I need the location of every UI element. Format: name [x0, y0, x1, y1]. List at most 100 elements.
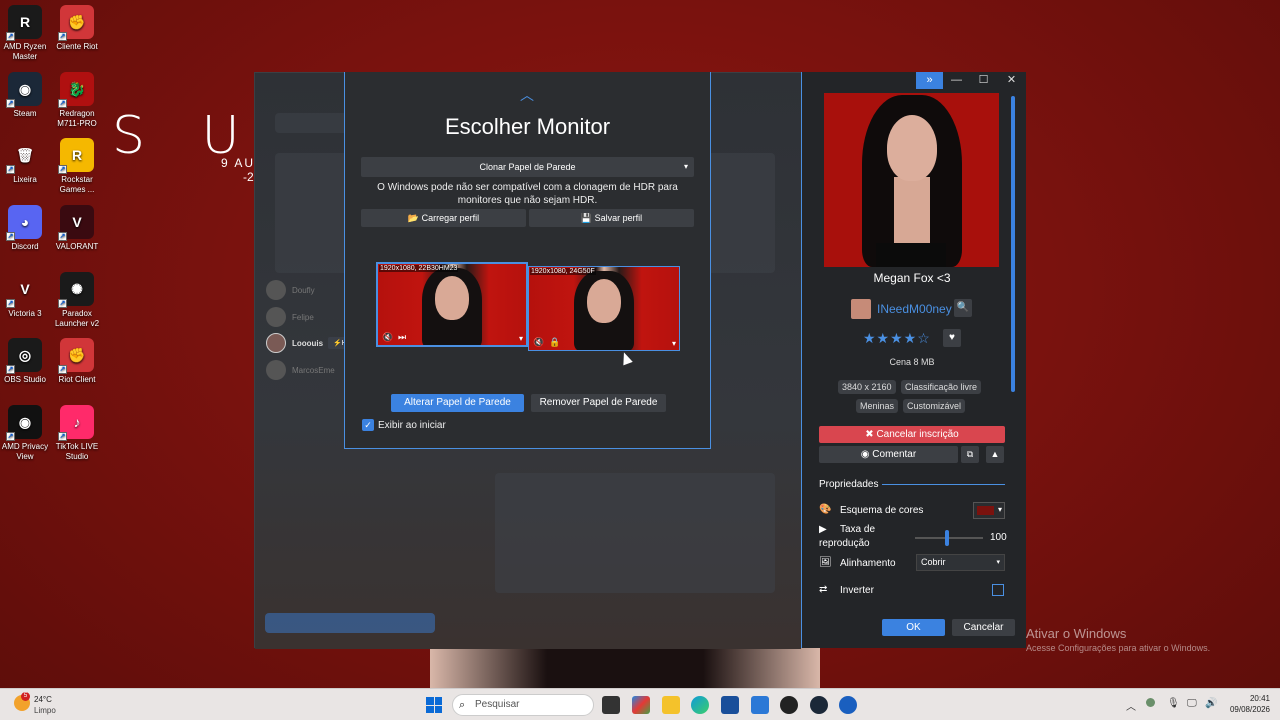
- wallpaper-details-panel: » — ☐ ✕ Megan Fox <3 INeedM00ney 🔍 ★★★★☆…: [801, 72, 1026, 648]
- author-link[interactable]: INeedM00ney: [877, 302, 952, 316]
- desktop-icon[interactable]: ✺ ↗ Paradox Launcher v2: [48, 272, 106, 329]
- friend-item[interactable]: Felipe: [266, 307, 314, 327]
- avatar[interactable]: [851, 299, 871, 319]
- search-icon[interactable]: 🔍: [954, 299, 972, 317]
- desktop-icon[interactable]: 🐉 ↗ Redragon M711-PRO: [48, 72, 106, 129]
- remove-wallpaper-button[interactable]: Remover Papel de Parede: [531, 394, 666, 412]
- desktop-icon[interactable]: ◉ ↗ Steam: [0, 72, 54, 119]
- weather-condition[interactable]: Limpo: [34, 706, 56, 715]
- chevron-up-icon[interactable]: ︿: [1126, 698, 1136, 713]
- network-icon[interactable]: 🖵: [1187, 698, 1197, 709]
- show-on-start-checkbox[interactable]: ✓: [362, 419, 374, 431]
- windows-start-icon[interactable]: [426, 697, 442, 713]
- file-explorer-icon[interactable]: [662, 696, 680, 714]
- monitor-1[interactable]: 1920x1080, 22B30HM23 🔇 ⏭ ▾: [376, 262, 528, 347]
- maximize-icon[interactable]: ☐: [970, 72, 997, 89]
- desktop-icon-label: Discord: [11, 242, 39, 251]
- avatar: [266, 280, 286, 300]
- steam-taskbar-icon[interactable]: [810, 696, 828, 714]
- task-view-icon[interactable]: [602, 696, 620, 714]
- chevron-up-icon[interactable]: ︿: [520, 88, 534, 102]
- avatar: [266, 360, 286, 380]
- comment-label: Comentar: [872, 449, 917, 460]
- ok-button[interactable]: OK: [882, 619, 945, 636]
- microphone-icon[interactable]: 🎙: [1167, 698, 1180, 709]
- desktop-icon[interactable]: V ↗ VALORANT: [48, 205, 106, 252]
- wallpaper-mode-select[interactable]: Clonar Papel de Parede ▾: [361, 157, 694, 177]
- playback-rate-slider[interactable]: [915, 530, 983, 546]
- warning-icon[interactable]: ▲: [986, 446, 1004, 463]
- unsubscribe-button[interactable]: ✖ Cancelar inscrição: [819, 426, 1005, 443]
- change-wallpaper-button[interactable]: Alterar Papel de Parede: [391, 394, 524, 412]
- desktop-icon[interactable]: ♪ ↗ TikTok LIVE Studio: [48, 405, 106, 462]
- hdr-note: O Windows pode não ser compatível com a …: [377, 182, 678, 206]
- lock-icon[interactable]: 🔒: [549, 337, 560, 348]
- desktop-icon[interactable]: R ↗ AMD Ryzen Master: [0, 5, 54, 62]
- alignment-label: Alinhamento: [840, 558, 896, 569]
- store-icon[interactable]: [721, 696, 739, 714]
- background-date-2: -2: [243, 170, 254, 184]
- tray-app-icon[interactable]: [1146, 698, 1155, 707]
- heart-icon[interactable]: ♥: [943, 329, 961, 347]
- color-scheme-picker[interactable]: ▾: [973, 502, 1005, 519]
- desktop-icon[interactable]: R ↗ Rockstar Games ...: [48, 138, 106, 195]
- desktop-icon[interactable]: V ↗ Victoria 3: [0, 272, 54, 319]
- skip-icon[interactable]: ⏭: [398, 332, 406, 343]
- scrollbar[interactable]: [1011, 96, 1015, 392]
- taskbar: 5 24°C Limpo ⌕ Pesquisar ︿ 🎙 🖵 🔊 20:41 0…: [0, 688, 1280, 720]
- desktop-icon[interactable]: ◎ ↗ OBS Studio: [0, 338, 54, 385]
- mute-icon[interactable]: 🔇: [382, 332, 393, 343]
- chevron-down-icon[interactable]: ▾: [672, 339, 676, 348]
- comment-button[interactable]: ◉ Comentar: [819, 446, 958, 463]
- tag-rating[interactable]: Classificação livre: [901, 380, 982, 394]
- activation-watermark-subtitle: Acesse Configurações para ativar o Windo…: [1026, 643, 1211, 653]
- load-profile-button[interactable]: 📂 Carregar perfil: [361, 209, 526, 227]
- tag-resolution[interactable]: 3840 x 2160: [838, 380, 896, 394]
- desktop-icon[interactable]: ◉ ↗ AMD Privacy View: [0, 405, 54, 462]
- friend-item[interactable]: Looouis: [266, 333, 323, 353]
- chevron-down-icon: ▾: [683, 162, 688, 171]
- tag-customizable[interactable]: Customizável: [903, 399, 966, 413]
- discord-icon: ◕ ↗: [6, 205, 42, 241]
- wallpaper-engine-icon[interactable]: [839, 696, 857, 714]
- invert-checkbox[interactable]: [992, 584, 1004, 596]
- friend-item[interactable]: MarcosEme: [266, 360, 335, 380]
- desktop-icon-label: Steam: [13, 109, 37, 118]
- chevron-down-icon[interactable]: ▾: [519, 334, 523, 343]
- paradox-icon: ✺ ↗: [58, 272, 94, 308]
- desktop-icon-label: TikTok LIVE Studio: [55, 442, 99, 461]
- friend-item[interactable]: Doufly: [266, 280, 315, 300]
- edge-icon[interactable]: [691, 696, 709, 714]
- temperature[interactable]: 24°C: [34, 695, 52, 704]
- alignment-select[interactable]: Cobrir ▾: [916, 554, 1005, 571]
- github-icon[interactable]: [780, 696, 798, 714]
- monitor-2[interactable]: 1920x1080, 24G50F 🔇 🔒 ▾: [528, 266, 680, 351]
- close-icon[interactable]: ✕: [998, 72, 1025, 89]
- tiktok-icon: ♪ ↗: [58, 405, 94, 441]
- minimize-icon[interactable]: —: [943, 72, 970, 89]
- copy-icon[interactable]: ⧉: [961, 446, 979, 463]
- wallpaper-mode-value: Clonar Papel de Parede: [479, 162, 576, 172]
- amd-ryzen-icon: R ↗: [6, 5, 42, 41]
- taskbar-search[interactable]: ⌕ Pesquisar: [452, 694, 594, 716]
- riot-client-icon-2: ✊ ↗: [58, 338, 94, 374]
- save-profile-button[interactable]: 💾 Salvar perfil: [529, 209, 694, 227]
- double-chevron-right-icon[interactable]: »: [916, 72, 943, 89]
- mute-icon[interactable]: 🔇: [533, 337, 544, 348]
- volume-icon[interactable]: 🔊: [1205, 698, 1217, 709]
- desktop-icon[interactable]: ✊ ↗ Riot Client: [48, 338, 106, 385]
- tag-genre[interactable]: Meninas: [856, 399, 899, 413]
- cancel-button[interactable]: Cancelar: [952, 619, 1015, 636]
- color-scheme-label: Esquema de cores: [840, 505, 924, 516]
- load-profile-label: Carregar perfil: [421, 213, 480, 223]
- desktop-icon[interactable]: ✊ ↗ Cliente Riot: [48, 5, 106, 52]
- show-on-start-label: Exibir ao iniciar: [378, 420, 446, 431]
- clock[interactable]: 20:41 09/08/2026: [1226, 693, 1270, 715]
- mail-icon[interactable]: [751, 696, 769, 714]
- desktop-icon[interactable]: ◕ ↗ Discord: [0, 205, 54, 252]
- divider: [882, 484, 1005, 485]
- steam-icon: ◉ ↗: [6, 72, 42, 108]
- desktop-icon[interactable]: 🗑 ↗ Lixeira: [0, 138, 54, 185]
- slider-handle[interactable]: [945, 530, 949, 546]
- copilot-icon[interactable]: [632, 696, 650, 714]
